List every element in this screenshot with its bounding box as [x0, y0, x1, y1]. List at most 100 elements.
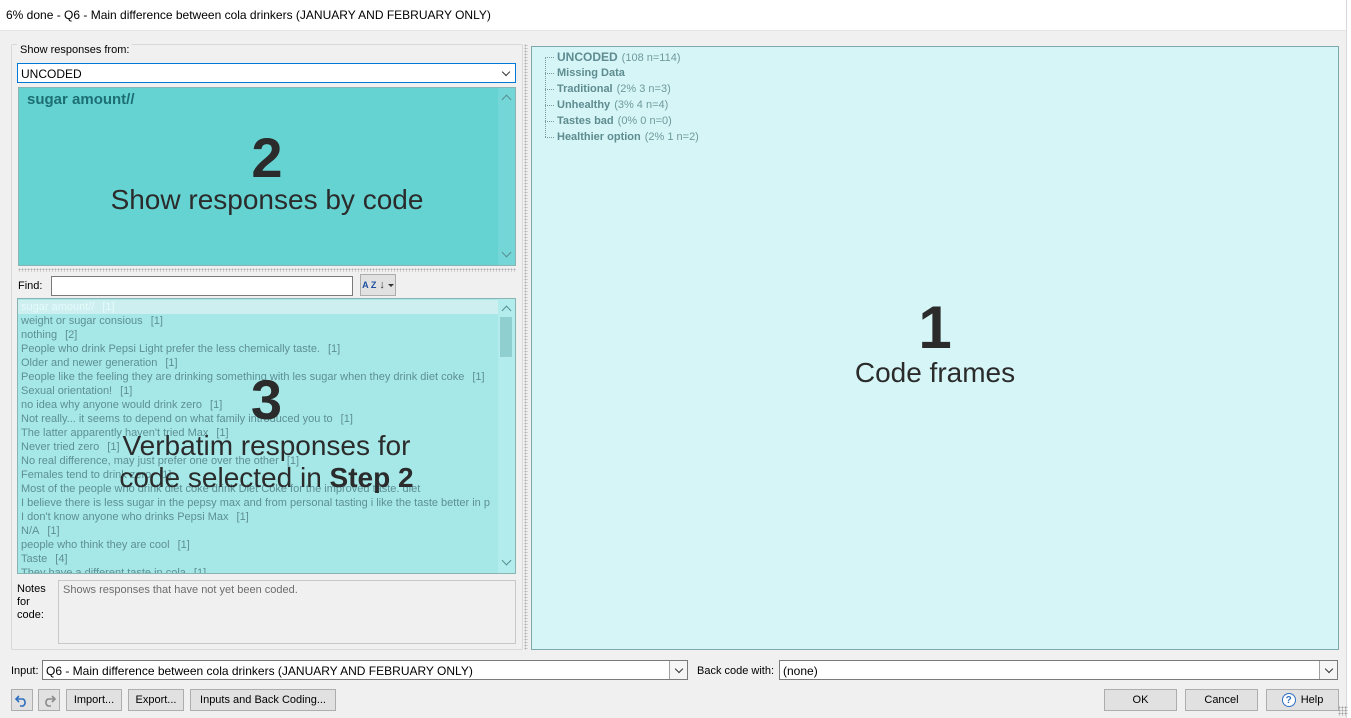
- tree-node-name: Traditional: [557, 83, 613, 95]
- vertical-splitter[interactable]: [524, 44, 528, 650]
- tree-node-detail: (0% 0 n=0): [617, 115, 672, 127]
- response-text: nothing: [21, 329, 58, 341]
- step3-scrollbar[interactable]: [498, 299, 515, 573]
- cancel-button[interactable]: Cancel: [1185, 689, 1258, 711]
- notes-text: Shows responses that have not yet been c…: [63, 584, 298, 596]
- window-title: 6% done - Q6 - Main difference between c…: [6, 8, 491, 22]
- notes-for-code-box[interactable]: Shows responses that have not yet been c…: [58, 580, 516, 644]
- list-item[interactable]: Most of the people who drink diet coke d…: [18, 482, 499, 496]
- export-button[interactable]: Export...: [128, 689, 184, 711]
- response-text: N/A: [21, 525, 40, 537]
- list-item[interactable]: N/A [1]: [18, 524, 499, 538]
- tree-node-name: Healthier option: [557, 131, 641, 143]
- help-button[interactable]: ? Help: [1266, 689, 1339, 711]
- tree-node[interactable]: UNCODED (108 n=114): [544, 49, 699, 65]
- list-item[interactable]: No real difference, may just prefer one …: [18, 454, 499, 468]
- selected-code-heading: sugar amount//: [27, 91, 135, 108]
- response-text: The latter apparently haven't tried Max: [21, 427, 209, 439]
- scroll-down-icon[interactable]: [501, 247, 512, 258]
- step1-code-frames-tree[interactable]: UNCODED (108 n=114) Missing Data Traditiona…: [531, 46, 1339, 650]
- tree-node[interactable]: Unhealthy (3% 4 n=4): [544, 97, 699, 113]
- back-code-value: (none): [783, 664, 818, 678]
- tree-node[interactable]: Traditional (2% 3 n=3): [544, 81, 699, 97]
- response-text: People like the feeling they are drinkin…: [21, 371, 465, 383]
- sort-arrow-icon: ↓: [379, 279, 385, 291]
- find-input[interactable]: [51, 276, 353, 296]
- response-count: [1]: [177, 539, 190, 551]
- list-item[interactable]: I don't know anyone who drinks Pepsi Max…: [18, 510, 499, 524]
- step3-verbatim-list[interactable]: sugar amount//[1] weight or sugar consiou…: [17, 298, 516, 574]
- help-label: Help: [1300, 694, 1324, 706]
- step2-code-list[interactable]: sugar amount// 2 Show responses by code: [18, 87, 516, 266]
- response-count: [1]: [216, 427, 229, 439]
- response-text: Most of the people who drink diet coke d…: [21, 483, 421, 495]
- step2-scrollbar[interactable]: [498, 88, 515, 265]
- response-text: I don't know anyone who drinks Pepsi Max: [21, 511, 229, 523]
- response-text: weight or sugar consious: [21, 315, 143, 327]
- list-item[interactable]: sugar amount// [1]: [18, 300, 499, 314]
- list-item[interactable]: Sexual orientation! [1]: [18, 384, 499, 398]
- tree-node-name: Missing Data: [557, 67, 625, 79]
- response-count: [1]: [120, 385, 133, 397]
- import-button[interactable]: Import...: [66, 689, 122, 711]
- response-text: no idea why anyone would drink zero: [21, 399, 203, 411]
- input-dropdown[interactable]: Q6 - Main difference between cola drinke…: [42, 660, 688, 680]
- response-text: people who think they are cool: [21, 539, 170, 551]
- response-count: [1]: [236, 511, 249, 523]
- tree-node-name: UNCODED: [557, 50, 618, 64]
- response-count: [1]: [328, 343, 341, 355]
- list-item[interactable]: The latter apparently haven't tried Max […: [18, 426, 499, 440]
- response-count: [1]: [472, 371, 485, 383]
- list-item[interactable]: People who drink Pepsi Light prefer the …: [18, 342, 499, 356]
- list-item[interactable]: nothing [2]: [18, 328, 499, 342]
- response-count: [1]: [165, 357, 178, 369]
- tree-node[interactable]: Healthier option (2% 1 n=2): [544, 129, 699, 145]
- list-item[interactable]: Not really... it seems to depend on what…: [18, 412, 499, 426]
- list-item[interactable]: I believe there is less sugar in the pep…: [18, 496, 499, 510]
- list-item[interactable]: Taste [4]: [18, 552, 499, 566]
- tree-node-name: Unhealthy: [557, 99, 611, 111]
- inputs-and-back-coding-button[interactable]: Inputs and Back Coding...: [190, 689, 336, 711]
- response-text: Never tried zero: [21, 441, 100, 453]
- step2-number: 2: [251, 126, 283, 189]
- response-text: Not really... it seems to depend on what…: [21, 413, 333, 425]
- response-source-dropdown[interactable]: UNCODED: [17, 63, 516, 83]
- list-item[interactable]: Females tend to drink zero [1]: [18, 468, 499, 482]
- ok-button[interactable]: OK: [1104, 689, 1177, 711]
- redo-button[interactable]: [38, 689, 60, 711]
- response-text: Sexual orientation!: [21, 385, 113, 397]
- list-item[interactable]: Older and newer generation [1]: [18, 356, 499, 370]
- list-item[interactable]: Never tried zero [1]: [18, 440, 499, 454]
- chevron-down-icon: [1319, 661, 1337, 679]
- back-code-dropdown[interactable]: (none): [779, 660, 1338, 680]
- tree-node-detail: (3% 4 n=4): [614, 99, 669, 111]
- title-bar: 6% done - Q6 - Main difference between c…: [0, 0, 1351, 31]
- tree-node[interactable]: Tastes bad (0% 0 n=0): [544, 113, 699, 129]
- response-text: Females tend to drink zero: [21, 469, 152, 481]
- list-item[interactable]: people who think they are cool [1]: [18, 538, 499, 552]
- response-text: Taste: [21, 553, 48, 565]
- back-code-label: Back code with:: [697, 665, 775, 677]
- sort-button[interactable]: A Z ↓: [360, 274, 396, 296]
- response-text: sugar amount//: [21, 301, 95, 313]
- list-item[interactable]: weight or sugar consious [1]: [18, 314, 499, 328]
- tree-node-name: Tastes bad: [557, 115, 614, 127]
- undo-button[interactable]: [11, 689, 33, 711]
- scroll-thumb[interactable]: [500, 317, 512, 357]
- response-count: [1]: [340, 413, 353, 425]
- list-item[interactable]: People like the feeling they are drinkin…: [18, 370, 499, 384]
- sort-az-icon: A Z: [362, 280, 377, 290]
- scroll-up-icon[interactable]: [501, 94, 512, 105]
- response-count: [1]: [193, 567, 207, 574]
- response-count: [1]: [159, 469, 172, 481]
- resize-grip[interactable]: [1338, 706, 1348, 716]
- horizontal-splitter[interactable]: [18, 268, 516, 272]
- window-edge: [1346, 0, 1351, 718]
- scroll-down-icon[interactable]: [501, 555, 512, 566]
- list-item[interactable]: no idea why anyone would drink zero [1]: [18, 398, 499, 412]
- step1-number: 1: [918, 294, 952, 361]
- list-item[interactable]: They have a different taste in cola [1]: [18, 566, 499, 574]
- chevron-down-icon: [497, 64, 515, 82]
- tree-node[interactable]: Missing Data: [544, 65, 699, 81]
- scroll-up-icon[interactable]: [501, 305, 512, 316]
